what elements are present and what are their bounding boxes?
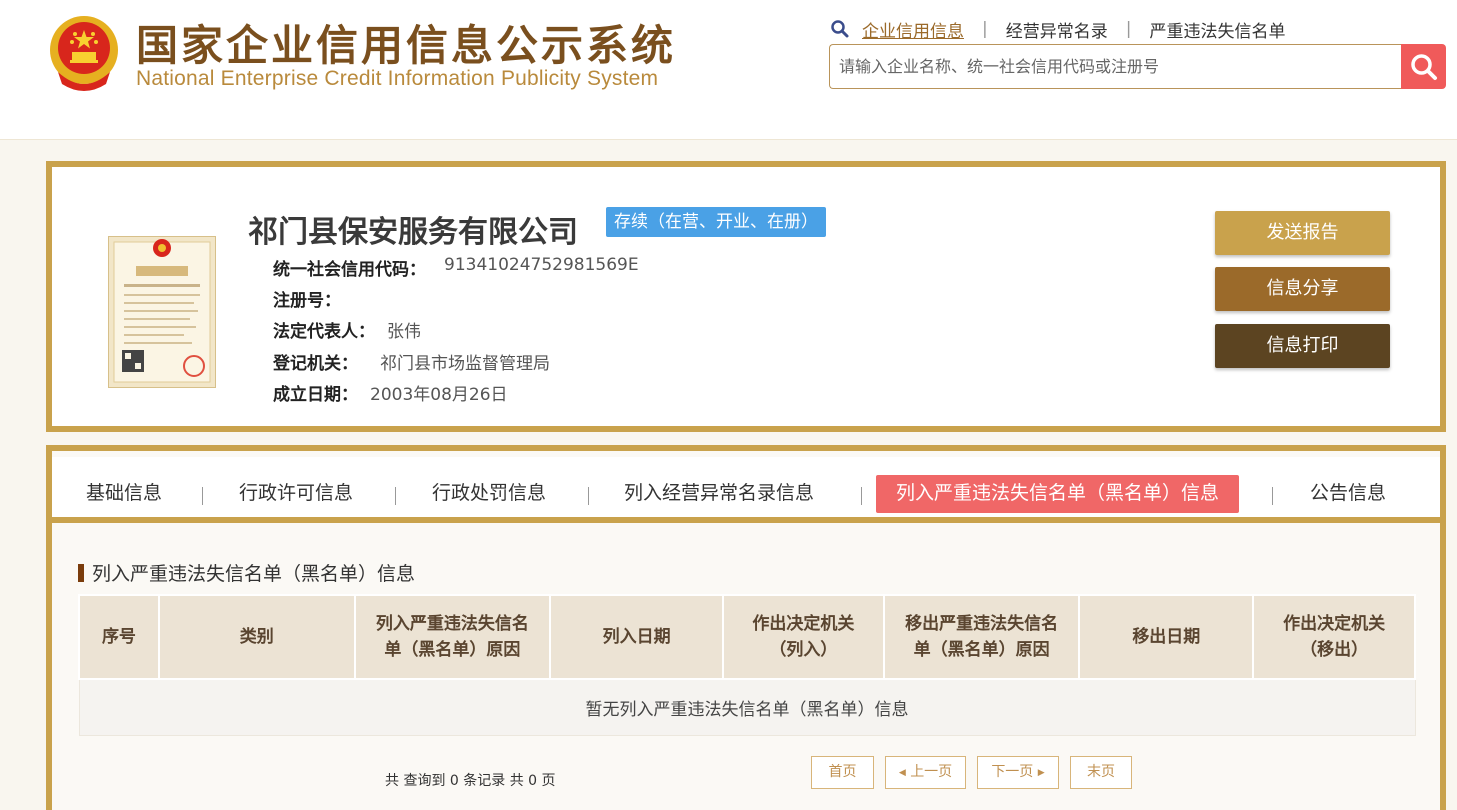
section-title-marker xyxy=(78,563,84,582)
search-button[interactable] xyxy=(1401,44,1446,89)
send-report-button[interactable]: 发送报告 xyxy=(1215,211,1390,255)
table-header-row: 序号 类别 列入严重违法失信名 单（黑名单）原因 列入日期 作出决定机关 （列入） … xyxy=(78,594,1416,680)
column-header-category: 类别 xyxy=(157,594,356,680)
print-info-button[interactable]: 信息打印 xyxy=(1215,324,1390,368)
section-title: 列入严重违法失信名单（黑名单）信息 xyxy=(78,559,415,586)
nav-link-blacklist[interactable]: 严重违法失信名单 xyxy=(1149,17,1285,42)
nav-separator: | xyxy=(1125,19,1132,39)
info-panel: 基础信息 行政许可信息 行政处罚信息 列入经营异常名录信息 列入严重违法失信名单… xyxy=(46,445,1446,810)
prev-page-label: 上一页 xyxy=(910,764,953,780)
blacklist-table: 序号 类别 列入严重违法失信名 单（黑名单）原因 列入日期 作出决定机关 （列入） … xyxy=(78,594,1416,736)
last-page-button[interactable]: 末页 xyxy=(1070,756,1132,789)
company-card: 祁门县保安服务有限公司 存续（在营、开业、在册） 统一社会信用代码： 91341… xyxy=(46,161,1446,432)
tabs-bar: 基础信息 行政许可信息 行政处罚信息 列入经营异常名录信息 列入严重违法失信名单… xyxy=(52,457,1440,523)
tab-separator xyxy=(861,487,862,505)
column-header-removal-date: 移出日期 xyxy=(1078,594,1255,680)
reg-authority-label: 登记机关： xyxy=(273,354,358,374)
nav-separator: | xyxy=(982,19,988,39)
tab-separator xyxy=(588,487,589,505)
next-page-button[interactable]: 下一页 ▶ xyxy=(977,756,1059,789)
business-license-icon xyxy=(108,236,216,388)
record-summary: 共 查询到 0 条记录 共 0 页 xyxy=(385,773,556,789)
legal-rep-label: 法定代表人： xyxy=(273,322,375,342)
reg-authority-value: 祁门县市场监督管理局 xyxy=(380,354,550,374)
info-row-reg-number: 注册号： xyxy=(273,286,353,311)
next-page-label: 下一页 xyxy=(991,764,1034,780)
tab-abnormal-list[interactable]: 列入经营异常名录信息 xyxy=(624,475,814,513)
info-row-founded-date: 成立日期： 2003年08月26日 xyxy=(273,380,508,405)
column-header-index: 序号 xyxy=(78,594,160,680)
company-name: 祁门县保安服务有限公司 xyxy=(248,215,578,250)
column-header-removal-reason: 移出严重违法失信名 单（黑名单）原因 xyxy=(882,594,1081,680)
column-header-listing-reason: 列入严重违法失信名 单（黑名单）原因 xyxy=(353,594,552,680)
legal-rep-value: 张伟 xyxy=(387,322,421,342)
caret-left-icon: ◀ xyxy=(898,768,906,778)
nav-link-abnormal-list[interactable]: 经营异常名录 xyxy=(1006,17,1108,42)
prev-page-button[interactable]: ◀ 上一页 xyxy=(885,756,966,789)
founded-date-label: 成立日期： xyxy=(273,385,358,405)
reg-number-label: 注册号： xyxy=(273,291,341,311)
search-icon xyxy=(831,20,849,38)
credit-code-value: 91341024752981569E xyxy=(444,255,639,275)
caret-right-icon: ▶ xyxy=(1037,768,1045,778)
top-nav: 企业信用信息 | 经营异常名录 | 严重违法失信名单 xyxy=(830,16,1285,42)
column-header-listing-authority: 作出决定机关 （列入） xyxy=(721,594,885,680)
credit-code-label: 统一社会信用代码： xyxy=(273,260,426,280)
search-box xyxy=(829,44,1401,89)
tab-admin-license[interactable]: 行政许可信息 xyxy=(239,475,353,513)
site-subtitle: National Enterprise Credit Information P… xyxy=(136,67,659,90)
empty-message: 暂无列入严重违法失信名单（黑名单）信息 xyxy=(78,678,1416,736)
info-row-credit-code: 统一社会信用代码： 91341024752981569E xyxy=(273,255,639,280)
share-info-button[interactable]: 信息分享 xyxy=(1215,267,1390,311)
founded-date-value: 2003年08月26日 xyxy=(370,385,508,405)
search-icon xyxy=(1410,53,1437,80)
site-header: 国家企业信用信息公示系统 National Enterprise Credit … xyxy=(0,0,1457,140)
info-row-legal-rep: 法定代表人： 张伟 xyxy=(273,317,421,342)
table-row: 暂无列入严重违法失信名单（黑名单）信息 xyxy=(78,678,1416,736)
column-header-listing-date: 列入日期 xyxy=(549,594,724,680)
tab-separator xyxy=(395,487,396,505)
search-input[interactable] xyxy=(839,57,1401,76)
tab-blacklist[interactable]: 列入严重违法失信名单（黑名单）信息 xyxy=(876,475,1240,513)
info-row-reg-authority: 登记机关： 祁门县市场监督管理局 xyxy=(273,349,550,374)
national-emblem-icon xyxy=(50,16,118,91)
nav-link-credit-info[interactable]: 企业信用信息 xyxy=(862,17,964,42)
tab-admin-penalty[interactable]: 行政处罚信息 xyxy=(432,475,546,513)
column-header-removal-authority: 作出决定机关 （移出） xyxy=(1252,594,1416,680)
tab-announcements[interactable]: 公告信息 xyxy=(1310,475,1386,513)
first-page-button[interactable]: 首页 xyxy=(811,756,874,789)
tab-basic-info[interactable]: 基础信息 xyxy=(86,475,162,513)
tab-separator xyxy=(202,487,203,505)
tab-separator xyxy=(1272,487,1273,505)
section-title-text: 列入严重违法失信名单（黑名单）信息 xyxy=(92,563,416,585)
site-title: 国家企业信用信息公示系统 xyxy=(136,21,677,70)
status-badge: 存续（在营、开业、在册） xyxy=(606,207,826,237)
